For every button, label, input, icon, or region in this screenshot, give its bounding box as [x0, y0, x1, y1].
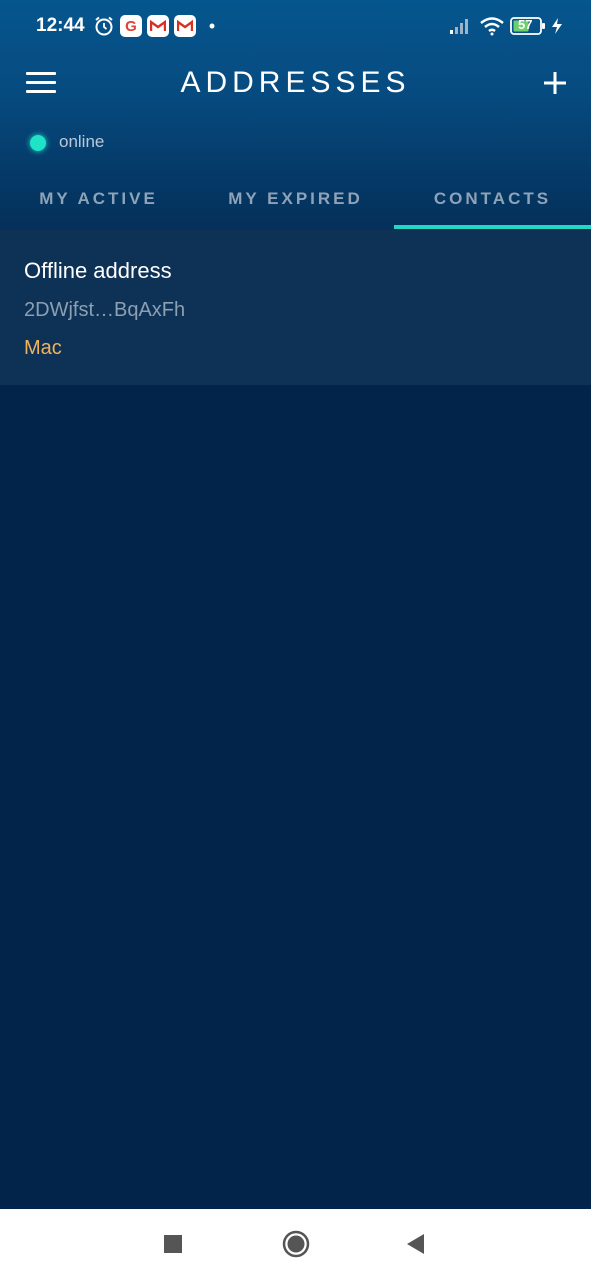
- connection-status: online: [59, 132, 105, 151]
- battery-level: 57: [518, 17, 533, 32]
- home-button[interactable]: [280, 1229, 312, 1259]
- alarm-icon: [92, 14, 116, 38]
- google-icon: G: [120, 15, 142, 37]
- tab-my-expired[interactable]: MY EXPIRED: [197, 168, 394, 230]
- system-nav-bar: [0, 1209, 591, 1280]
- tab-bar: MY ACTIVE MY EXPIRED CONTACTS: [0, 168, 591, 230]
- back-button[interactable]: [400, 1229, 430, 1259]
- wifi-icon: [478, 14, 506, 38]
- gmail-icon: [147, 15, 169, 37]
- online-status-indicator: [30, 135, 46, 151]
- add-button[interactable]: [538, 66, 572, 100]
- charging-icon: [550, 14, 564, 38]
- tab-contacts[interactable]: CONTACTS: [394, 168, 591, 230]
- active-tab-indicator: [394, 225, 591, 229]
- plus-icon: [544, 72, 566, 94]
- tab-my-active[interactable]: MY ACTIVE: [0, 168, 197, 230]
- contact-list-item[interactable]: Offline address 2DWjfst…BqAxFh Mac: [0, 230, 591, 385]
- signal-icon: [448, 14, 472, 38]
- page-title: ADDRESSES: [180, 66, 411, 99]
- circle-icon: [282, 1230, 310, 1258]
- square-icon: [164, 1235, 182, 1253]
- status-bar: 12:44 G • 57: [0, 0, 591, 52]
- recents-button[interactable]: [158, 1229, 188, 1259]
- contact-name: Offline address: [24, 258, 172, 283]
- back-triangle-icon: [407, 1234, 424, 1254]
- gmail-icon: [174, 15, 196, 37]
- notification-dot: •: [208, 15, 216, 36]
- contact-address: 2DWjfst…BqAxFh: [24, 299, 186, 321]
- status-time: 12:44: [36, 15, 85, 36]
- contact-tag: Mac: [24, 337, 62, 359]
